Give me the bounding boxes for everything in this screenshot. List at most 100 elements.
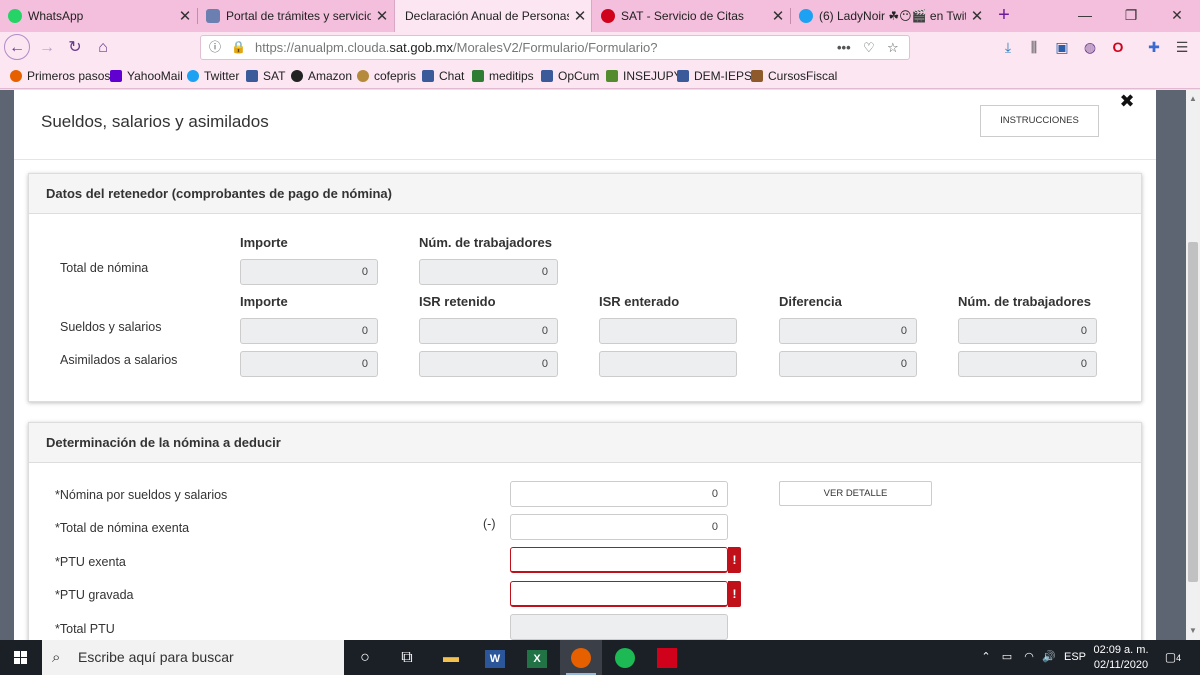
menu-icon[interactable]: ☰: [1170, 35, 1194, 61]
asimilados-diferencia-field[interactable]: 0: [779, 351, 917, 377]
sueldos-isr-retenido-field[interactable]: 0: [419, 318, 558, 344]
modal-title: Sueldos, salarios y asimilados: [41, 112, 269, 131]
library-icon[interactable]: ⫼: [1022, 35, 1046, 61]
tab-whatsapp[interactable]: WhatsApp ✕: [0, 0, 196, 32]
asimilados-trabajadores-field[interactable]: 0: [958, 351, 1097, 377]
forward-arrow-icon[interactable]: →: [34, 35, 60, 61]
ver-detalle-button[interactable]: VER DETALLE: [779, 481, 932, 506]
url-bar[interactable]: ⓘ 🔒 https://anualpm.clouda.sat.gob.mx/Mo…: [200, 35, 910, 60]
lock-icon[interactable]: 🔒: [231, 36, 246, 59]
modal-dialog: Sueldos, salarios y asimilados INSTRUCCI…: [14, 90, 1156, 640]
header-num-trabajadores: Núm. de trabajadores: [419, 235, 552, 250]
scroll-down-arrow-icon[interactable]: ▼: [1186, 624, 1200, 638]
windows-start-button[interactable]: [0, 640, 42, 675]
page-scrollbar[interactable]: ▲ ▼: [1186, 90, 1200, 640]
file-explorer-icon[interactable]: ▬: [430, 640, 472, 675]
reload-icon[interactable]: ↻: [62, 35, 88, 61]
restore-button[interactable]: ❐: [1108, 0, 1154, 32]
total-nomina-trabajadores-field[interactable]: 0: [419, 259, 558, 285]
firefox-taskbar-icon[interactable]: [560, 640, 602, 675]
tab-twitter[interactable]: (6) LadyNoir ☘😶🎬 en Twitter ✕: [791, 0, 988, 32]
sueldos-importe-field[interactable]: 0: [240, 318, 378, 344]
taskbar-clock[interactable]: 02:09 a. m. 02/11/2020: [1090, 643, 1152, 673]
bookmark-cursosfiscal[interactable]: CursosFiscal: [751, 63, 837, 89]
amazon-icon: [291, 70, 303, 82]
nomina-exenta-input[interactable]: 0: [510, 514, 728, 540]
modal-header: Sueldos, salarios y asimilados INSTRUCCI…: [14, 90, 1156, 160]
spotify-icon[interactable]: [604, 640, 646, 675]
label-total-ptu: *Total PTU: [55, 622, 115, 636]
wifi-icon[interactable]: ◠: [1020, 640, 1038, 675]
nomina-sueldos-input[interactable]: 0: [510, 481, 728, 507]
close-window-button[interactable]: ✕: [1154, 0, 1200, 32]
bookmark-meditips[interactable]: meditips: [472, 63, 534, 89]
back-arrow-icon[interactable]: ←: [4, 34, 30, 60]
word-icon[interactable]: W: [474, 640, 516, 675]
ptu-gravada-input[interactable]: [510, 581, 728, 607]
bookmark-amazon[interactable]: Amazon: [291, 63, 352, 89]
cortana-icon[interactable]: ○: [344, 640, 386, 675]
windows-logo-icon: [14, 651, 27, 664]
close-icon[interactable]: ✕: [174, 7, 196, 25]
bookmark-yahoomail[interactable]: YahooMail: [110, 63, 183, 89]
close-icon[interactable]: ✕: [767, 7, 789, 25]
error-alert-icon: !: [728, 547, 741, 573]
sueldos-diferencia-field[interactable]: 0: [779, 318, 917, 344]
header-importe: Importe: [240, 294, 288, 309]
close-icon[interactable]: ✕: [569, 7, 591, 25]
show-hidden-icons-icon[interactable]: ⌃: [978, 640, 994, 675]
taskbar-search-box[interactable]: ⌕ Escribe aquí para buscar: [42, 640, 344, 675]
panel-datos-retenedor: Datos del retenedor (comprobantes de pag…: [28, 173, 1142, 402]
bookmark-twitter[interactable]: Twitter: [187, 63, 239, 89]
excel-icon[interactable]: X: [516, 640, 558, 675]
close-icon[interactable]: ✕: [966, 7, 988, 25]
ptu-exenta-input[interactable]: [510, 547, 728, 573]
minimize-button[interactable]: —: [1062, 0, 1108, 32]
tab-declaracion-anual[interactable]: Declaración Anual de Personas Mo ✕: [394, 0, 592, 32]
page-actions-icon[interactable]: •••: [837, 36, 851, 59]
bookmark-cofepris[interactable]: cofepris: [357, 63, 416, 89]
language-indicator[interactable]: ESP: [1062, 640, 1088, 675]
acrobat-icon[interactable]: [646, 640, 688, 675]
task-view-icon[interactable]: ⧉: [386, 640, 428, 675]
sueldos-isr-enterado-field[interactable]: [599, 318, 737, 344]
close-modal-icon[interactable]: ✖: [1118, 90, 1136, 112]
close-icon[interactable]: ✕: [371, 7, 393, 25]
bookmark-insejupy[interactable]: INSEJUPY: [606, 63, 682, 89]
asimilados-isr-enterado-field[interactable]: [599, 351, 737, 377]
info-icon[interactable]: ⓘ: [209, 36, 221, 59]
url-text: https://anualpm.clouda.sat.gob.mx/Morale…: [255, 40, 658, 55]
grid-icon: [422, 70, 434, 82]
bookmark-opcum[interactable]: OpCum: [541, 63, 599, 89]
label-asimilados-salarios: Asimilados a salarios: [60, 353, 178, 367]
account-icon[interactable]: ◍: [1078, 35, 1102, 61]
sueldos-trabajadores-field[interactable]: 0: [958, 318, 1097, 344]
new-tab-button[interactable]: +: [992, 4, 1016, 28]
tab-sat-citas[interactable]: SAT - Servicio de Citas ✕: [593, 0, 789, 32]
sidebar-icon[interactable]: ▣: [1050, 35, 1074, 61]
download-icon[interactable]: ⤓: [996, 35, 1020, 61]
bookmark-primeros-pasos[interactable]: Primeros pasos: [10, 63, 110, 89]
bookmarks-bar: Primeros pasos YahooMail Twitter SAT Ama…: [0, 63, 1200, 89]
asimilados-importe-field[interactable]: 0: [240, 351, 378, 377]
total-ptu-field[interactable]: [510, 614, 728, 640]
extensions-icon[interactable]: ✚: [1142, 35, 1166, 61]
bookmark-chat[interactable]: Chat: [422, 63, 464, 89]
bookmark-sat[interactable]: SAT: [246, 63, 285, 89]
asimilados-isr-retenido-field[interactable]: 0: [419, 351, 558, 377]
twitter-icon: [799, 9, 813, 23]
notification-center-icon[interactable]: ▢4: [1160, 640, 1186, 675]
volume-icon[interactable]: 🔊: [1040, 640, 1058, 675]
battery-icon[interactable]: ▭: [998, 640, 1016, 675]
pocket-icon[interactable]: ♡: [863, 36, 875, 59]
opera-icon[interactable]: O: [1106, 35, 1130, 61]
scroll-up-arrow-icon[interactable]: ▲: [1186, 92, 1200, 106]
total-nomina-importe-field[interactable]: 0: [240, 259, 378, 285]
scrollbar-thumb[interactable]: [1188, 242, 1198, 582]
instructions-button[interactable]: INSTRUCCIONES: [980, 105, 1099, 137]
bookmark-star-icon[interactable]: ☆: [887, 36, 899, 59]
sat-portal-icon: [206, 9, 220, 23]
bookmark-dem-ieps[interactable]: DEM-IEPS: [677, 63, 752, 89]
tab-portal-tramites[interactable]: Portal de trámites y servicios - S ✕: [198, 0, 393, 32]
home-icon[interactable]: ⌂: [90, 35, 116, 61]
